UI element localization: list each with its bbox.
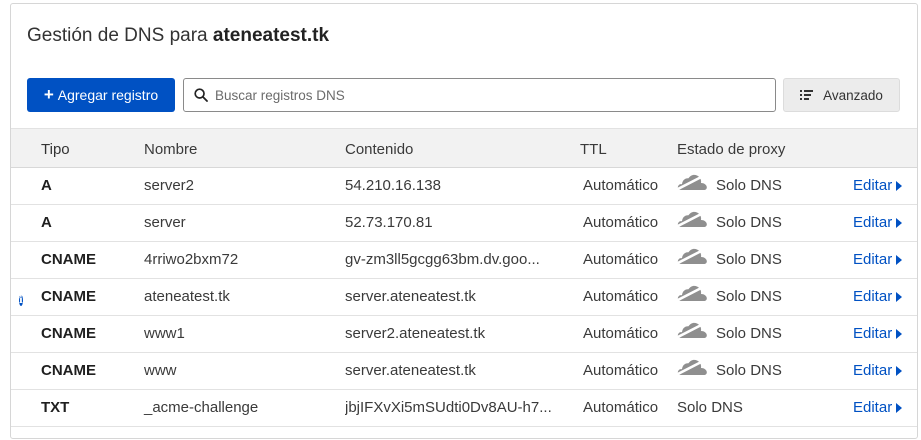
record-ttl: Automático <box>583 362 659 379</box>
search-icon <box>194 88 208 102</box>
record-type: CNAME <box>41 325 96 342</box>
table-header: Tipo Nombre Contenido TTL Estado de prox… <box>11 128 917 168</box>
advanced-label: Avanzado <box>823 87 883 103</box>
record-type: CNAME <box>41 288 96 305</box>
record-type: CNAME <box>41 251 96 268</box>
edit-label: Editar <box>853 214 893 231</box>
record-ttl: Automático <box>583 177 659 194</box>
record-name: ateneatest.tk <box>144 288 230 305</box>
table-row[interactable]: CNAME 4rriwo2bxm72 gv-zm3ll5gcgg63bm.dv.go… <box>11 242 917 279</box>
record-name: www <box>144 362 177 379</box>
caret-right-icon <box>896 180 903 191</box>
edit-label: Editar <box>853 325 893 342</box>
page-title-domain: ateneatest.tk <box>212 25 330 46</box>
record-name: _acme-challenge <box>144 399 259 416</box>
record-content: server.ateneatest.tk <box>345 362 476 379</box>
proxy-status: Solo DNS <box>676 173 782 194</box>
table-row[interactable]: TXT _acme-challenge jbjIFXvXi5mSUdti0Dv8AU… <box>11 390 917 427</box>
table-row[interactable]: i CNAME ateneatest.tk server.ateneatest.tk A… <box>11 279 917 316</box>
edit-button[interactable]: Editar <box>853 362 903 379</box>
proxy-status-label: Solo DNS <box>677 399 743 416</box>
caret-right-icon <box>896 254 903 265</box>
add-record-label: Agregar registro <box>57 87 159 103</box>
record-type: CNAME <box>41 362 96 379</box>
proxy-status: Solo DNS <box>676 210 782 231</box>
column-header-type[interactable]: Tipo <box>41 141 70 158</box>
table-row[interactable]: Aserver2 54.210.16.138 Automático Solo DNS E… <box>11 168 917 205</box>
proxy-status: Solo DNS <box>676 284 782 305</box>
edit-button[interactable]: Editar <box>853 177 903 194</box>
search-input[interactable] <box>215 87 755 103</box>
record-type: A <box>41 177 52 194</box>
proxy-status-label: Solo DNS <box>716 325 782 342</box>
edit-button[interactable]: Editar <box>853 325 903 342</box>
edit-label: Editar <box>853 362 893 379</box>
list-filter-icon <box>800 90 814 100</box>
record-ttl: Automático <box>583 214 659 231</box>
proxy-status-label: Solo DNS <box>716 214 782 231</box>
record-ttl: Automático <box>583 251 659 268</box>
record-content: server2.ateneatest.tk <box>345 325 486 342</box>
edit-label: Editar <box>853 177 893 194</box>
proxy-status-label: Solo DNS <box>716 177 782 194</box>
edit-label: Editar <box>853 288 893 305</box>
caret-right-icon <box>896 328 903 339</box>
caret-right-icon <box>896 365 903 376</box>
cloud-dns-only-icon <box>676 173 708 191</box>
edit-label: Editar <box>853 251 893 268</box>
record-ttl: Automático <box>583 288 659 305</box>
proxy-status: Solo DNS <box>676 321 782 342</box>
proxy-status-label: Solo DNS <box>716 288 782 305</box>
cloud-dns-only-icon <box>676 321 708 339</box>
record-name: www1 <box>144 325 185 342</box>
cloud-dns-only-icon <box>676 210 708 228</box>
table-body: Aserver2 54.210.16.138 Automático Solo DNS E… <box>11 168 917 427</box>
caret-right-icon <box>896 291 903 302</box>
page-title: Gestión de DNS para ateneatest.tk <box>27 25 329 47</box>
column-header-name[interactable]: Nombre <box>144 141 197 158</box>
record-name: server <box>144 214 186 231</box>
record-ttl: Automático <box>583 325 659 342</box>
search-box[interactable] <box>183 78 776 112</box>
record-ttl: Automático <box>583 399 659 416</box>
cloud-dns-only-icon <box>676 247 708 265</box>
edit-button[interactable]: Editar <box>853 288 903 305</box>
info-icon[interactable]: i <box>19 290 23 307</box>
record-content: 54.210.16.138 <box>345 177 441 194</box>
table-row[interactable]: CNAME www1 server2.ateneatest.tk Automático… <box>11 316 917 353</box>
edit-label: Editar <box>853 399 893 416</box>
edit-button[interactable]: Editar <box>853 399 903 416</box>
record-type: TXT <box>41 399 70 416</box>
column-header-content[interactable]: Contenido <box>345 141 413 158</box>
add-record-button[interactable]: + Agregar registro <box>27 78 175 112</box>
record-content: server.ateneatest.tk <box>345 288 476 305</box>
column-header-ttl[interactable]: TTL <box>580 141 607 158</box>
proxy-status: Solo DNS <box>676 358 782 379</box>
table-row[interactable]: Aserver 52.73.170.81 Automático Solo DNS Edi… <box>11 205 917 242</box>
record-content: jbjIFXvXi5mSUdti0Dv8AU-h7... <box>345 399 552 416</box>
proxy-status-label: Solo DNS <box>716 251 782 268</box>
proxy-status: Solo DNS <box>676 247 782 268</box>
column-header-proxy-status[interactable]: Estado de proxy <box>677 141 785 158</box>
record-content: gv-zm3ll5gcgg63bm.dv.goo... <box>345 251 540 268</box>
record-name: 4rriwo2bxm72 <box>144 251 239 268</box>
record-name: server2 <box>144 177 195 194</box>
edit-button[interactable]: Editar <box>853 214 903 231</box>
edit-button[interactable]: Editar <box>853 251 903 268</box>
dns-records-table: Tipo Nombre Contenido TTL Estado de prox… <box>11 128 917 427</box>
table-row[interactable]: CNAME www server.ateneatest.tk Automático So… <box>11 353 917 390</box>
caret-right-icon <box>896 402 903 413</box>
record-content: 52.73.170.81 <box>345 214 433 231</box>
proxy-status-label: Solo DNS <box>716 362 782 379</box>
record-type: A <box>41 214 52 231</box>
plus-icon: + <box>43 85 54 104</box>
dns-management-card: Gestión de DNS para ateneatest.tk + Agre… <box>10 3 918 439</box>
advanced-button[interactable]: Avanzado <box>783 78 900 112</box>
cloud-dns-only-icon <box>676 284 708 302</box>
caret-right-icon <box>896 217 903 228</box>
page-title-prefix: Gestión de DNS para <box>27 25 208 46</box>
cloud-dns-only-icon <box>676 358 708 376</box>
